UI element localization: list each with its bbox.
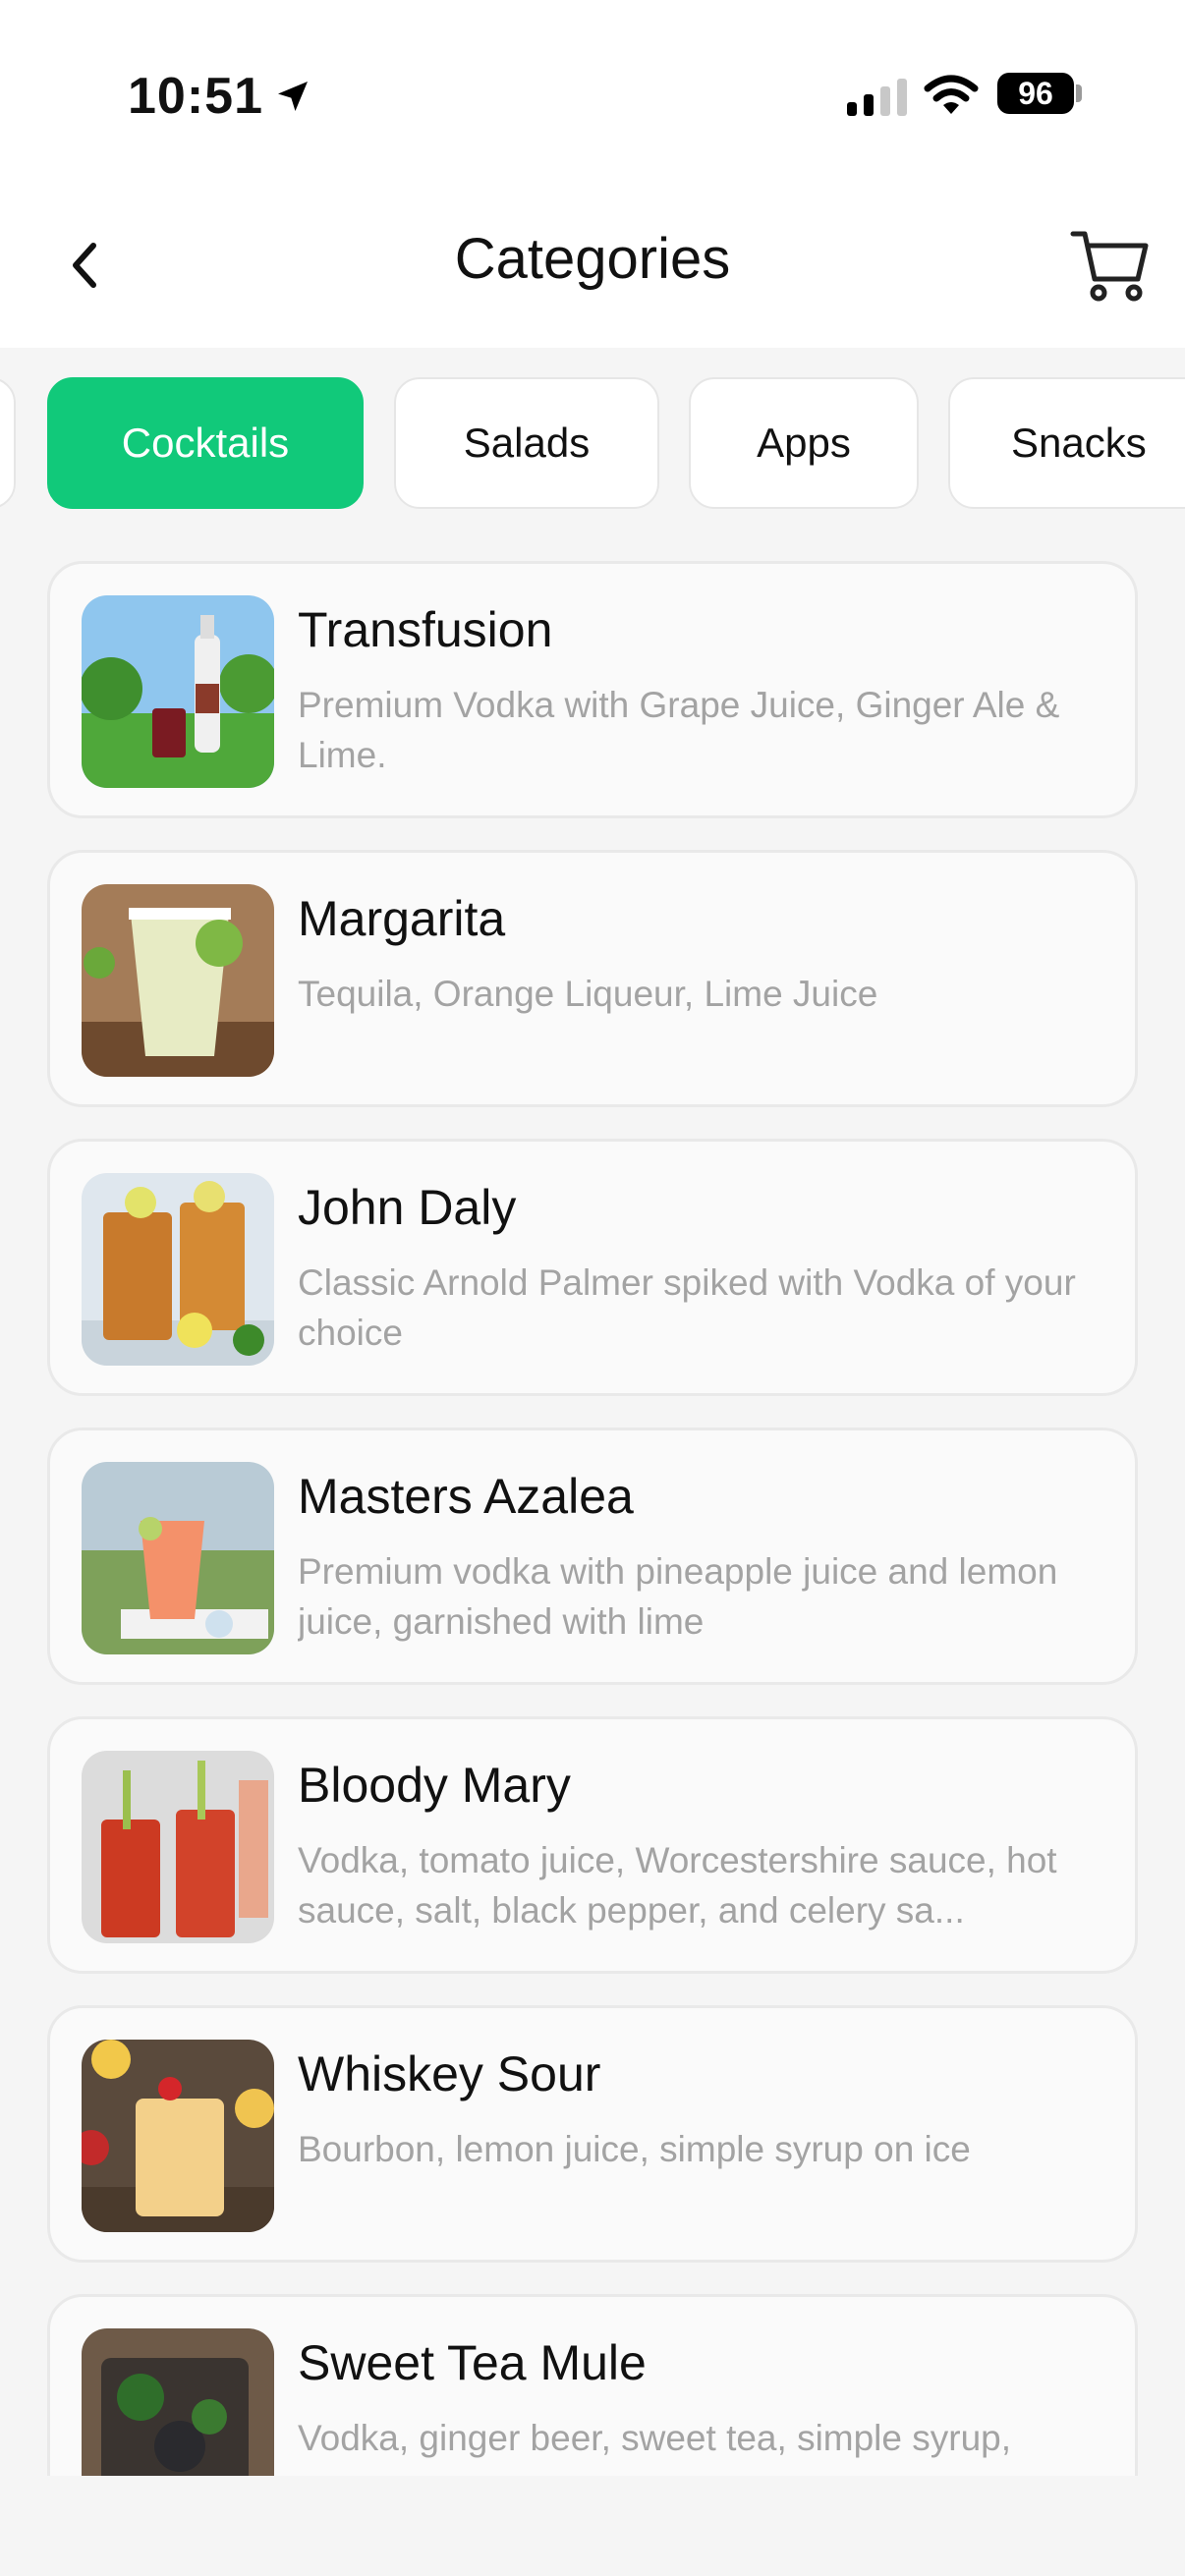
- battery-cap: [1076, 84, 1082, 102]
- item-thumbnail: [82, 2040, 274, 2232]
- item-thumbnail: [82, 1173, 274, 1366]
- tab-label: Salads: [463, 420, 591, 466]
- item-description: Tequila, Orange Liqueur, Lime Juice: [298, 974, 878, 1014]
- list-item[interactable]: Margarita Tequila, Orange Liqueur, Lime …: [47, 850, 1138, 1107]
- item-thumbnail: [82, 1751, 274, 1943]
- location-arrow-icon: [278, 82, 308, 111]
- item-name: Margarita: [298, 891, 506, 946]
- item-name: John Daly: [298, 1180, 517, 1235]
- item-description: Vodka, ginger beer, sweet tea, simple sy…: [298, 2418, 1012, 2458]
- item-description: Vodka, tomato juice, Worcestershire sauc…: [298, 1840, 1057, 1931]
- list-item[interactable]: John Daly Classic Arnold Palmer spiked w…: [47, 1139, 1138, 1396]
- item-thumbnail: [82, 884, 274, 1077]
- item-name: Whiskey Sour: [298, 2046, 601, 2101]
- battery-level: 96: [1018, 76, 1053, 111]
- clock: 10:51: [128, 67, 312, 126]
- item-thumbnail: [82, 2328, 274, 2476]
- page-title: Categories: [454, 227, 731, 291]
- item-name: Masters Azalea: [298, 1469, 634, 1524]
- item-name: Transfusion: [298, 602, 553, 657]
- app-header: Categories: [0, 196, 1185, 348]
- category-tabs: Cocktails Salads Apps Snacks: [0, 348, 1185, 534]
- tab-label: Apps: [757, 420, 851, 466]
- item-description: Bourbon, lemon juice, simple syrup on ic…: [298, 2129, 971, 2169]
- item-description: Premium vodka with pineapple juice and l…: [298, 1551, 1058, 1642]
- item-name: Bloody Mary: [298, 1758, 571, 1813]
- item-description: Premium Vodka with Grape Juice, Ginger A…: [298, 685, 1060, 775]
- item-thumbnail: [82, 595, 274, 788]
- clock-time: 10:51: [128, 68, 263, 125]
- tab-label: Cocktails: [121, 420, 290, 466]
- tab-previous-partial[interactable]: [0, 377, 16, 509]
- tab-snacks[interactable]: Snacks: [948, 377, 1185, 509]
- list-item[interactable]: Sweet Tea Mule Vodka, ginger beer, sweet…: [47, 2294, 1138, 2476]
- list-item[interactable]: Transfusion Premium Vodka with Grape Jui…: [47, 561, 1138, 818]
- cart-button[interactable]: [1066, 221, 1155, 309]
- wifi-icon: [924, 75, 979, 114]
- item-thumbnail: [82, 1462, 274, 1654]
- bottom-safe-area: [0, 2476, 1185, 2576]
- tab-cocktails[interactable]: Cocktails: [47, 377, 364, 509]
- cellular-signal-icon: [847, 79, 907, 116]
- cart-icon: [1070, 231, 1149, 302]
- item-list: Transfusion Premium Vodka with Grape Jui…: [0, 534, 1185, 2476]
- item-description: Classic Arnold Palmer spiked with Vodka …: [298, 1262, 1076, 1353]
- list-item[interactable]: Bloody Mary Vodka, tomato juice, Worcest…: [47, 1716, 1138, 1974]
- list-item[interactable]: Whiskey Sour Bourbon, lemon juice, simpl…: [47, 2005, 1138, 2263]
- tab-salads[interactable]: Salads: [394, 377, 659, 509]
- tab-label: Snacks: [1011, 420, 1147, 466]
- status-bar: 10:51 96: [0, 0, 1185, 196]
- battery-indicator: 96: [997, 73, 1074, 114]
- tab-apps[interactable]: Apps: [689, 377, 919, 509]
- list-item[interactable]: Masters Azalea Premium vodka with pineap…: [47, 1428, 1138, 1685]
- item-name: Sweet Tea Mule: [298, 2335, 647, 2390]
